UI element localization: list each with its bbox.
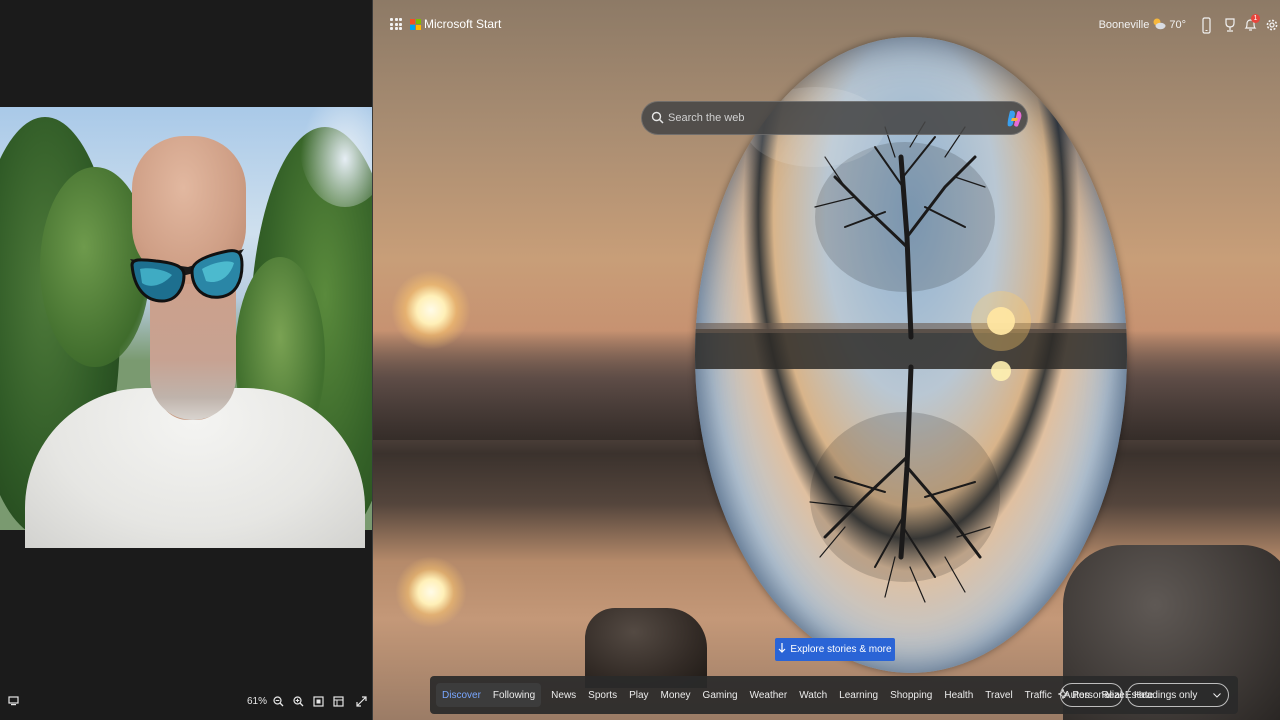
nav-shopping[interactable]: Shopping: [884, 683, 938, 707]
layout-select[interactable]: Headings only: [1127, 683, 1229, 707]
partly-cloudy-icon: [1152, 17, 1166, 33]
weather-city: Booneville: [1098, 19, 1150, 31]
zoom-level: 61%: [246, 695, 267, 707]
nav-play[interactable]: Play: [623, 683, 654, 707]
search-bar[interactable]: [641, 101, 1028, 135]
video-viewer-pane: 61%: [0, 0, 372, 720]
nav-money[interactable]: Money: [655, 683, 697, 707]
nav-health[interactable]: Health: [938, 683, 979, 707]
nav-watch[interactable]: Watch: [793, 683, 833, 707]
expand-icon[interactable]: [354, 693, 368, 709]
fit-screen-icon[interactable]: [311, 693, 325, 709]
explore-stories-button[interactable]: Explore stories & more: [775, 638, 895, 661]
chevron-down-icon: [1213, 690, 1221, 701]
microsoft-logo-icon: [410, 18, 421, 30]
arrow-down-icon: [778, 643, 786, 656]
sun-glow: [391, 270, 471, 350]
weather-widget[interactable]: Booneville 70°: [1099, 17, 1186, 33]
personalize-button[interactable]: Personalize: [1057, 683, 1125, 707]
tab-following[interactable]: Following: [487, 683, 541, 707]
sparkle-icon: [1057, 687, 1070, 702]
nav-weather[interactable]: Weather: [744, 683, 794, 707]
sun-reflection: [395, 556, 467, 628]
layout-select-value: Headings only: [1134, 689, 1198, 701]
copilot-icon[interactable]: [1006, 109, 1023, 133]
nav-news[interactable]: News: [545, 683, 582, 707]
notification-badge: 1: [1251, 14, 1260, 23]
nav-gaming[interactable]: Gaming: [697, 683, 744, 707]
viewer-toolbar: 61%: [0, 690, 372, 712]
zoom-in-icon[interactable]: [291, 693, 305, 709]
brand-name: Microsoft Start: [424, 17, 502, 31]
personalize-label: Personalize: [1072, 689, 1125, 701]
microsoft-start-page: Microsoft Start Booneville 70° 1 Search …: [373, 0, 1280, 720]
top-bar: Microsoft Start Booneville 70° 1: [373, 0, 1280, 50]
screen: 61% Microsoft Start Booneville 70° 1 Sea…: [0, 0, 1280, 720]
explore-label: Explore stories & more: [790, 644, 892, 655]
monitor-icon[interactable]: [6, 693, 20, 709]
nav-sports[interactable]: Sports: [582, 683, 623, 707]
category-nav-bar: Discover Following News Sports Play Mone…: [430, 676, 1238, 714]
layout-icon[interactable]: [331, 693, 345, 709]
nav-items: Discover Following News Sports Play Mone…: [436, 683, 1159, 707]
tab-discover[interactable]: Discover: [436, 683, 487, 707]
top-right-controls: Booneville 70° 1: [1091, 14, 1280, 36]
feed-tabs: Discover Following: [436, 683, 542, 707]
sunglasses: [130, 249, 244, 303]
nav-traffic[interactable]: Traffic: [1019, 683, 1058, 707]
settings-gear-icon[interactable]: [1266, 19, 1278, 31]
brand-logo[interactable]: Microsoft Start: [410, 17, 501, 31]
nav-learning[interactable]: Learning: [833, 683, 884, 707]
notifications-bell-icon[interactable]: 1: [1244, 14, 1260, 32]
weather-temp: 70°: [1169, 19, 1186, 31]
mobile-phone-icon[interactable]: [1202, 16, 1211, 34]
app-launcher-icon[interactable]: [390, 18, 402, 30]
nav-travel[interactable]: Travel: [979, 683, 1018, 707]
rewards-trophy-icon[interactable]: [1224, 18, 1236, 32]
search-icon: [651, 111, 664, 129]
zoom-out-icon[interactable]: [271, 693, 285, 709]
search-input[interactable]: [668, 102, 988, 134]
